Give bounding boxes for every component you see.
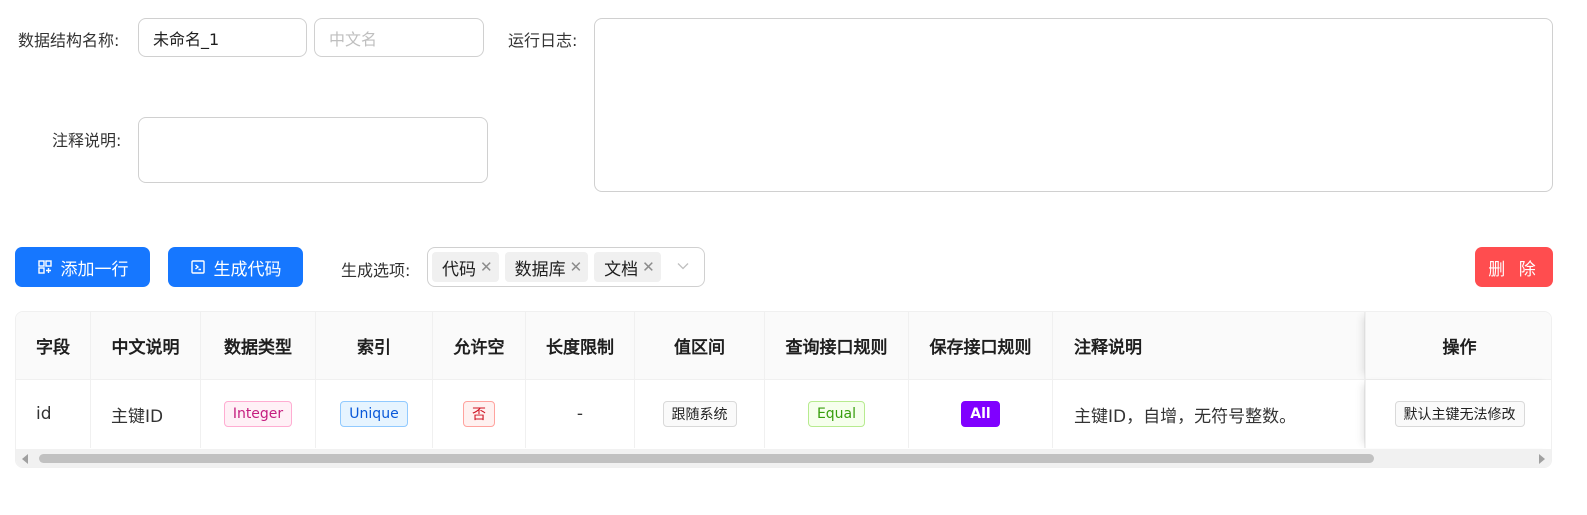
option-chip: 文档 ✕	[594, 252, 661, 282]
table-header: 字段 中文说明 数据类型 索引 允许空 长度限制 值区间 查询接口规则 保存接口…	[16, 312, 1551, 380]
chevron-down-icon[interactable]	[676, 259, 690, 273]
close-icon[interactable]: ✕	[570, 259, 583, 275]
save-rule-tag: All	[961, 401, 1000, 427]
close-icon[interactable]: ✕	[642, 259, 655, 275]
range-tag: 跟随系统	[662, 401, 737, 427]
option-chip: 代码 ✕	[432, 252, 499, 282]
generate-code-label: 生成代码	[213, 259, 282, 280]
add-row-label: 添加一行	[60, 259, 129, 280]
cell-field: id	[16, 380, 91, 448]
type-tag: Integer	[223, 401, 293, 427]
name-input[interactable]: 未命名_1	[138, 18, 307, 57]
cell-cn: 主键ID	[91, 380, 201, 448]
header-action-label: 操作	[1442, 338, 1477, 358]
cn-name-input[interactable]: 中文名	[314, 18, 484, 57]
close-icon[interactable]: ✕	[480, 259, 493, 275]
fields-table: 字段 中文说明 数据类型 索引 允许空 长度限制 值区间 查询接口规则 保存接口…	[15, 311, 1552, 468]
header-cell: 注释说明	[1053, 312, 1365, 379]
log-label: 运行日志:	[508, 31, 578, 50]
add-row-icon	[37, 260, 52, 274]
action-button[interactable]: 默认主键无法修改	[1394, 401, 1525, 427]
header-cell: 中文说明	[91, 312, 201, 379]
options-label: 生成选项:	[341, 261, 411, 280]
comment-textarea[interactable]	[138, 117, 488, 183]
option-chip-label: 代码	[442, 259, 476, 280]
comment-label: 注释说明:	[52, 131, 122, 150]
scroll-thumb[interactable]	[39, 454, 1374, 463]
header-cell: 长度限制	[526, 312, 635, 379]
header-cell: 值区间	[635, 312, 765, 379]
cell-query-rule: Equal	[765, 380, 909, 448]
cell-comment: 主键ID，自增，无符号整数。	[1053, 380, 1365, 448]
delete-button[interactable]: 删 除	[1475, 247, 1553, 287]
query-rule-tag: Equal	[807, 401, 866, 427]
add-row-button[interactable]: 添加一行	[15, 247, 150, 287]
cell-length: -	[526, 380, 635, 448]
name-label: 数据结构名称:	[18, 31, 120, 50]
generate-code-button[interactable]: 生成代码	[168, 247, 303, 287]
nullable-tag: 否	[463, 401, 495, 427]
option-chip-label: 数据库	[514, 259, 566, 280]
cell-type: Integer	[201, 380, 316, 448]
code-icon	[190, 260, 205, 274]
index-tag: Unique	[340, 401, 408, 427]
header-cell: 查询接口规则	[765, 312, 909, 379]
cell-range: 跟随系统	[635, 380, 765, 448]
header-cell: 保存接口规则	[909, 312, 1053, 379]
scroll-right-icon[interactable]	[1539, 454, 1545, 464]
header-cell: 允许空	[433, 312, 526, 379]
horizontal-scrollbar[interactable]	[16, 449, 1551, 467]
cell-index: Unique	[316, 380, 433, 448]
option-chip: 数据库 ✕	[504, 252, 589, 282]
header-cell: 索引	[316, 312, 433, 379]
header-cell: 操作	[1365, 312, 1551, 379]
log-textarea[interactable]	[594, 18, 1553, 192]
header-cell: 字段	[16, 312, 91, 379]
cell-save-rule: All	[909, 380, 1053, 448]
scroll-left-icon[interactable]	[22, 454, 28, 464]
generate-options-select[interactable]: 代码 ✕ 数据库 ✕ 文档 ✕	[427, 247, 705, 287]
cell-nullable: 否	[433, 380, 526, 448]
cell-action: 默认主键无法修改	[1365, 380, 1551, 448]
table-row[interactable]: id 主键ID Integer Unique 否 - 跟随系统 Equal Al…	[16, 380, 1551, 448]
option-chip-label: 文档	[604, 259, 639, 280]
header-cell: 数据类型	[201, 312, 316, 379]
